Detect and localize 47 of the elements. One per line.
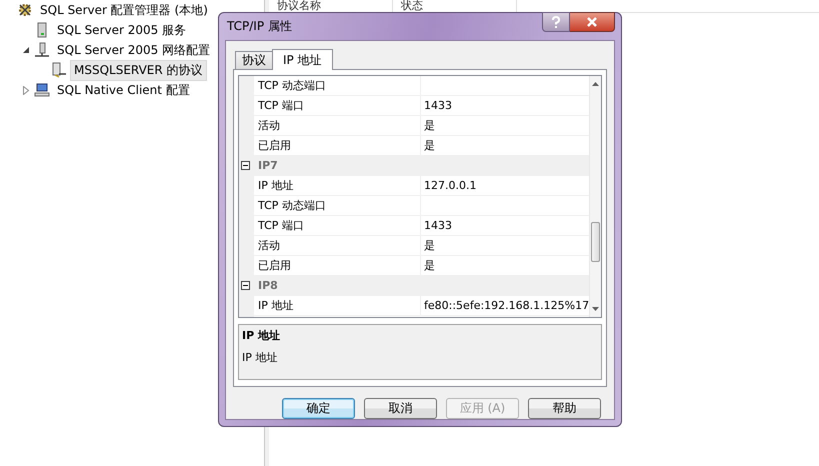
tree-item[interactable]: MSSQLSERVER 的协议 [70, 60, 207, 80]
tree-item[interactable]: SQL Server 2005 网络配置 [53, 40, 214, 60]
description-title: IP 地址 [242, 328, 281, 343]
property-name: TCP 端口 [258, 99, 304, 112]
property-value[interactable]: 是 [424, 119, 435, 132]
property-value[interactable]: 127.0.0.1 [424, 179, 476, 192]
window-title: TCP/IP 属性 [226, 18, 292, 35]
category-label: IP8 [257, 278, 279, 294]
scrollbar[interactable] [589, 76, 601, 317]
property-value[interactable]: 1433 [424, 219, 452, 232]
property-value[interactable]: 是 [424, 139, 435, 152]
category-label: IP7 [257, 158, 279, 174]
collapse-icon[interactable] [241, 281, 250, 290]
dialog-button[interactable]: 取消 [364, 398, 437, 419]
help-icon[interactable] [542, 12, 570, 32]
expanded-arrow-icon[interactable] [22, 46, 30, 54]
dialog-button[interactable]: 确定 [282, 398, 355, 419]
property-name: 活动 [258, 239, 280, 252]
tab[interactable]: 协议 [235, 51, 273, 69]
scroll-thumb[interactable] [591, 222, 600, 262]
property-name: IP 地址 [258, 299, 294, 312]
property-name: TCP 动态端口 [258, 199, 326, 212]
property-value[interactable]: 1433 [424, 99, 452, 112]
collapsed-arrow-icon[interactable] [22, 86, 30, 94]
property-value[interactable]: fe80::5efe:192.168.1.125%17 [424, 299, 590, 312]
property-value[interactable]: 是 [424, 259, 435, 272]
description-text: IP 地址 [242, 350, 278, 365]
close-icon[interactable] [570, 12, 615, 32]
property-name: IP 地址 [258, 179, 294, 192]
property-name: 活动 [258, 119, 280, 132]
computer-icon [34, 82, 50, 98]
property-name: 已启用 [258, 259, 291, 272]
gear-server-icon [17, 2, 33, 18]
property-name: TCP 动态端口 [258, 79, 326, 92]
tab[interactable]: IP 地址 [272, 49, 333, 70]
network-server-icon [34, 42, 50, 58]
collapse-icon[interactable] [241, 161, 250, 170]
protocol-icon [51, 62, 67, 78]
property-name: TCP 端口 [258, 219, 304, 232]
tree-item[interactable]: SQL Server 配置管理器 (本地) [36, 0, 212, 20]
tree-item[interactable]: SQL Server 2005 服务 [53, 20, 190, 40]
tree-item[interactable]: SQL Native Client 配置 [53, 80, 194, 100]
dialog-button[interactable]: 帮助 [528, 398, 601, 419]
property-value[interactable]: 是 [424, 239, 435, 252]
scroll-up-icon[interactable] [592, 82, 600, 86]
property-name: 已启用 [258, 139, 291, 152]
scroll-down-icon[interactable] [592, 307, 600, 311]
